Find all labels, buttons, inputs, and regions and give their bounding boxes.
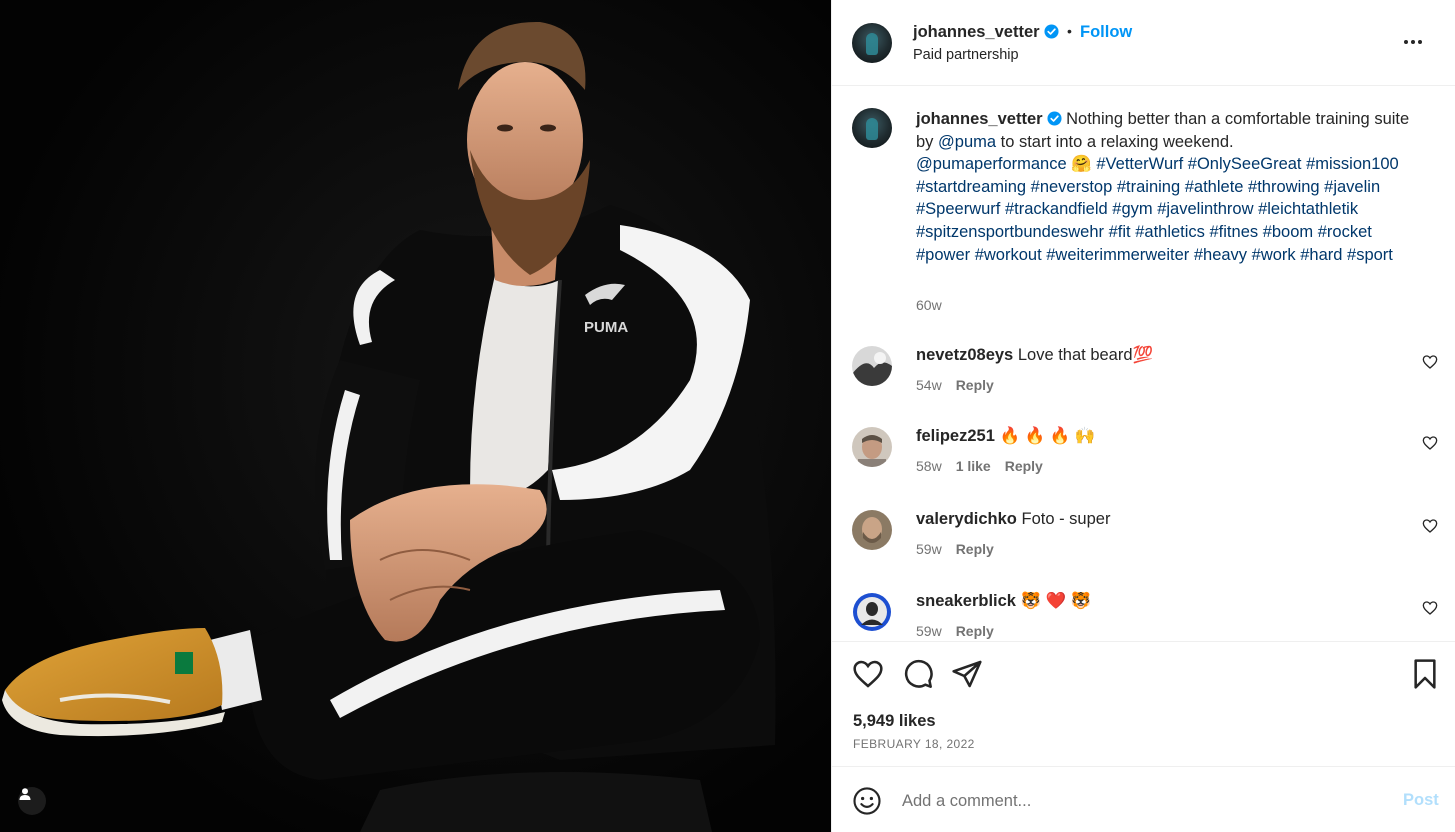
comment-body: sneakerblick 🐯 ❤️ 🐯 (916, 592, 1091, 611)
commenter-avatar[interactable] (852, 427, 892, 467)
caption-emoji: 🤗 (1066, 155, 1097, 174)
comment-time: 59w (916, 623, 942, 639)
puma-logo-text: PUMA (584, 319, 628, 336)
comment-time: 54w (916, 377, 942, 393)
mention-puma[interactable]: @puma (938, 133, 996, 151)
comments-scroll-area[interactable]: johannes_vetter Nothing better than a co… (832, 87, 1455, 641)
user-tag-button[interactable] (18, 787, 46, 815)
follow-button[interactable]: Follow (1080, 23, 1132, 42)
comment-meta: 59w Reply (916, 541, 1008, 557)
author-username[interactable]: johannes_vetter (913, 23, 1040, 41)
comment-text: Foto - super (1021, 510, 1111, 528)
athlete-photo-illustration: PUMA (0, 0, 831, 832)
post-photo[interactable]: PUMA (0, 0, 831, 832)
comment-meta: 54w Reply (916, 377, 1008, 393)
add-comment-bar: Post (832, 766, 1455, 832)
comment-body: felipez251 🔥 🔥 🔥 🙌 (916, 427, 1095, 446)
comment-text: 🐯 ❤️ 🐯 (1020, 592, 1092, 610)
comment-item: sneakerblick 🐯 ❤️ 🐯 59w Reply (832, 592, 1455, 641)
emoji-icon[interactable] (852, 786, 882, 816)
comment-likes[interactable]: 1 like (956, 458, 991, 474)
author-avatar[interactable] (852, 23, 892, 63)
reply-button[interactable]: Reply (956, 377, 994, 393)
comment-body: nevetz08eys Love that beard💯 (916, 346, 1153, 365)
reply-button[interactable]: Reply (1005, 458, 1043, 474)
commenter-avatar[interactable] (852, 592, 892, 632)
post-caption: johannes_vetter Nothing better than a co… (916, 108, 1416, 266)
post-actions: 5,949 likes FEBRUARY 18, 2022 (832, 641, 1455, 766)
commenter-avatar[interactable] (852, 510, 892, 550)
commenter-avatar[interactable] (852, 346, 892, 386)
comment-meta: 59w Reply (916, 623, 1008, 639)
comment-item: nevetz08eys Love that beard💯 54w Reply (832, 346, 1455, 416)
comment-username[interactable]: valerydichko (916, 510, 1017, 528)
caption-username[interactable]: johannes_vetter (916, 110, 1043, 128)
comment-body: valerydichko Foto - super (916, 510, 1110, 529)
like-comment-heart-icon[interactable] (1422, 435, 1438, 451)
comment-item: valerydichko Foto - super 59w Reply (832, 510, 1455, 580)
verified-badge-icon (1044, 24, 1059, 39)
comment-time: 59w (916, 541, 942, 557)
like-comment-heart-icon[interactable] (1422, 354, 1438, 370)
comment-username[interactable]: felipez251 (916, 427, 995, 445)
comment-icon[interactable] (902, 658, 934, 690)
paid-partnership-label[interactable]: Paid partnership (913, 47, 1019, 63)
header-separator: • (1067, 23, 1072, 39)
comment-username[interactable]: sneakerblick (916, 592, 1016, 610)
comment-time: 58w (916, 458, 942, 474)
likes-count[interactable]: 5,949 likes (853, 712, 936, 731)
like-comment-heart-icon[interactable] (1422, 600, 1438, 616)
share-icon[interactable] (951, 658, 983, 690)
verified-badge-icon (1047, 111, 1062, 126)
heart-icon[interactable] (852, 658, 884, 690)
comment-meta: 58w 1 like Reply (916, 458, 1057, 474)
caption-timestamp: 60w (916, 297, 942, 313)
author-username-row[interactable]: johannes_vetter (913, 23, 1059, 42)
comment-item: felipez251 🔥 🔥 🔥 🙌 58w 1 like Reply (832, 427, 1455, 497)
caption-author-avatar[interactable] (852, 108, 892, 148)
post-date: FEBRUARY 18, 2022 (853, 737, 975, 751)
like-comment-heart-icon[interactable] (1422, 518, 1438, 534)
user-tag-icon (19, 788, 31, 800)
comment-username[interactable]: nevetz08eys (916, 346, 1013, 364)
bookmark-icon[interactable] (1409, 658, 1441, 690)
post-header: johannes_vetter • Follow Paid partnershi… (832, 0, 1455, 86)
reply-button[interactable]: Reply (956, 623, 994, 639)
more-horizontal-icon (1404, 40, 1408, 44)
reply-button[interactable]: Reply (956, 541, 994, 557)
comment-input[interactable] (902, 787, 1362, 815)
comment-text: Love that beard💯 (1017, 346, 1154, 364)
more-options-button[interactable] (1400, 32, 1426, 52)
comment-text: 🔥 🔥 🔥 🙌 (999, 427, 1096, 445)
post-comment-button[interactable]: Post (1403, 791, 1439, 810)
caption-text: to start into a relaxing weekend. (996, 132, 1234, 151)
post-side-panel: johannes_vetter • Follow Paid partnershi… (831, 0, 1455, 832)
mention-pumaperformance[interactable]: @pumaperformance (916, 155, 1067, 173)
